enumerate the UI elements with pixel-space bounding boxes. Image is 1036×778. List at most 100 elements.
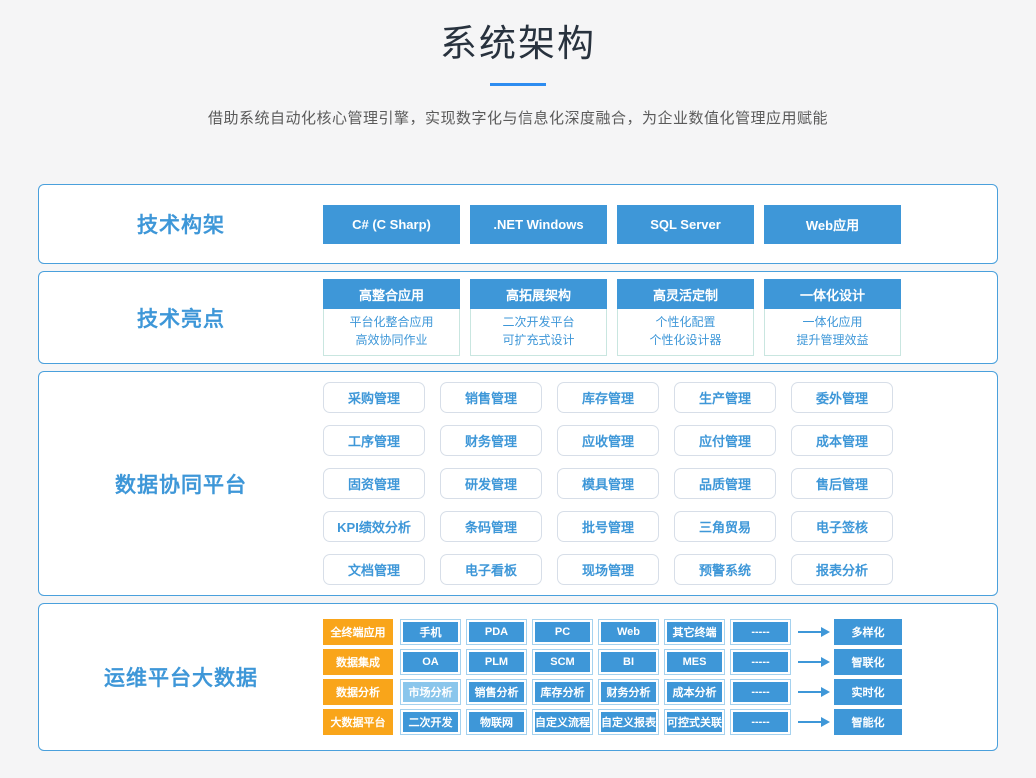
card-title: 一体化设计 — [764, 279, 901, 309]
tech-button-web: Web应用 — [764, 205, 901, 244]
bigdata-rows: 全终端应用 手机 PDA PC Web 其它终端 ----- 多样化 数据集成 … — [323, 619, 902, 735]
card-line: 一体化应用 — [765, 313, 900, 331]
module-button: 财务管理 — [440, 425, 542, 456]
module-button: 委外管理 — [791, 382, 893, 413]
mini-button: 自定义流程 — [532, 709, 593, 735]
section-data-platform-label: 数据协同平台 — [39, 469, 323, 499]
system-architecture-page: 系统架构 借助系统自动化核心管理引擎，实现数字化与信息化深度融合，为企业数值化管… — [0, 0, 1036, 778]
module-button: 成本管理 — [791, 425, 893, 456]
mini-button: 自定义报表 — [598, 709, 659, 735]
mini-button: 物联网 — [466, 709, 527, 735]
category-button: 数据集成 — [323, 649, 393, 675]
highlight-cards: 高整合应用 平台化整合应用 高效协同作业 高拓展架构 二次开发平台 可扩充式设计… — [323, 279, 901, 356]
mini-button: 手机 — [400, 619, 461, 645]
module-button: 三角贸易 — [674, 511, 776, 542]
mini-button: PLM — [466, 649, 527, 675]
card-title: 高整合应用 — [323, 279, 460, 309]
module-button: 电子看板 — [440, 554, 542, 585]
card-line: 平台化整合应用 — [324, 313, 459, 331]
module-button: 模具管理 — [557, 468, 659, 499]
section-tech-stack: 技术构架 C# (C Sharp) .NET Windows SQL Serve… — [38, 184, 998, 264]
module-button: KPI绩效分析 — [323, 511, 425, 542]
tech-button-dotnet: .NET Windows — [470, 205, 607, 244]
category-button: 全终端应用 — [323, 619, 393, 645]
mini-button-ellipsis: ----- — [730, 649, 791, 675]
section-tech-stack-label: 技术构架 — [39, 209, 323, 239]
right-arrow-icon — [798, 717, 830, 727]
category-button: 大数据平台 — [323, 709, 393, 735]
highlight-card: 一体化设计 一体化应用 提升管理效益 — [764, 279, 901, 356]
card-body: 平台化整合应用 高效协同作业 — [323, 309, 460, 356]
right-arrow-icon — [798, 627, 830, 637]
module-button: 售后管理 — [791, 468, 893, 499]
section-data-platform: 数据协同平台 采购管理 销售管理 库存管理 生产管理 委外管理 工序管理 财务管… — [38, 371, 998, 596]
module-button: 批号管理 — [557, 511, 659, 542]
page-subtitle: 借助系统自动化核心管理引擎，实现数字化与信息化深度融合，为企业数值化管理应用赋能 — [0, 107, 1036, 128]
page-title: 系统架构 — [0, 0, 1036, 66]
module-button: 研发管理 — [440, 468, 542, 499]
mini-button: 销售分析 — [466, 679, 527, 705]
module-button: 现场管理 — [557, 554, 659, 585]
mini-button: SCM — [532, 649, 593, 675]
mini-button: 库存分析 — [532, 679, 593, 705]
mini-button: 市场分析 — [400, 679, 461, 705]
highlight-card: 高灵活定制 个性化配置 个性化设计器 — [617, 279, 754, 356]
bigdata-row-analysis: 数据分析 市场分析 销售分析 库存分析 财务分析 成本分析 ----- 实时化 — [323, 679, 902, 705]
module-button: 品质管理 — [674, 468, 776, 499]
sections-container: 技术构架 C# (C Sharp) .NET Windows SQL Serve… — [38, 184, 998, 751]
title-underline — [490, 83, 546, 86]
bigdata-row-integration: 数据集成 OA PLM SCM BI MES ----- 智联化 — [323, 649, 902, 675]
highlight-card: 高整合应用 平台化整合应用 高效协同作业 — [323, 279, 460, 356]
result-button: 智能化 — [834, 709, 902, 735]
tech-button-csharp: C# (C Sharp) — [323, 205, 460, 244]
card-line: 可扩充式设计 — [471, 331, 606, 349]
mini-button-ellipsis: ----- — [730, 679, 791, 705]
module-button: 条码管理 — [440, 511, 542, 542]
module-button: 电子签核 — [791, 511, 893, 542]
mini-button: OA — [400, 649, 461, 675]
tech-button-sqlserver: SQL Server — [617, 205, 754, 244]
category-button: 数据分析 — [323, 679, 393, 705]
section-bigdata: 运维平台大数据 全终端应用 手机 PDA PC Web 其它终端 ----- 多… — [38, 603, 998, 751]
card-line: 提升管理效益 — [765, 331, 900, 349]
module-button: 生产管理 — [674, 382, 776, 413]
result-button: 智联化 — [834, 649, 902, 675]
mini-button: 可控式关联 — [664, 709, 725, 735]
module-button: 应收管理 — [557, 425, 659, 456]
mini-button: BI — [598, 649, 659, 675]
card-line: 高效协同作业 — [324, 331, 459, 349]
bigdata-row-terminals: 全终端应用 手机 PDA PC Web 其它终端 ----- 多样化 — [323, 619, 902, 645]
module-button: 报表分析 — [791, 554, 893, 585]
mini-button: 成本分析 — [664, 679, 725, 705]
card-body: 二次开发平台 可扩充式设计 — [470, 309, 607, 356]
section-highlights-label: 技术亮点 — [39, 303, 323, 333]
card-body: 一体化应用 提升管理效益 — [764, 309, 901, 356]
mini-button: PDA — [466, 619, 527, 645]
mini-button: Web — [598, 619, 659, 645]
card-body: 个性化配置 个性化设计器 — [617, 309, 754, 356]
module-button: 预警系统 — [674, 554, 776, 585]
module-button: 销售管理 — [440, 382, 542, 413]
right-arrow-icon — [798, 657, 830, 667]
mini-button: PC — [532, 619, 593, 645]
mini-button: 财务分析 — [598, 679, 659, 705]
card-line: 个性化配置 — [618, 313, 753, 331]
mini-button: 二次开发 — [400, 709, 461, 735]
mini-button-ellipsis: ----- — [730, 709, 791, 735]
right-arrow-icon — [798, 687, 830, 697]
module-button: 固资管理 — [323, 468, 425, 499]
card-line: 二次开发平台 — [471, 313, 606, 331]
tech-button-row: C# (C Sharp) .NET Windows SQL Server Web… — [323, 205, 901, 244]
result-button: 实时化 — [834, 679, 902, 705]
card-title: 高拓展架构 — [470, 279, 607, 309]
section-highlights: 技术亮点 高整合应用 平台化整合应用 高效协同作业 高拓展架构 二次开发平台 可… — [38, 271, 998, 364]
module-grid: 采购管理 销售管理 库存管理 生产管理 委外管理 工序管理 财务管理 应收管理 … — [323, 382, 893, 585]
module-button: 应付管理 — [674, 425, 776, 456]
module-button: 采购管理 — [323, 382, 425, 413]
card-line: 个性化设计器 — [618, 331, 753, 349]
mini-button-ellipsis: ----- — [730, 619, 791, 645]
highlight-card: 高拓展架构 二次开发平台 可扩充式设计 — [470, 279, 607, 356]
section-bigdata-label: 运维平台大数据 — [39, 662, 323, 692]
card-title: 高灵活定制 — [617, 279, 754, 309]
module-button: 库存管理 — [557, 382, 659, 413]
